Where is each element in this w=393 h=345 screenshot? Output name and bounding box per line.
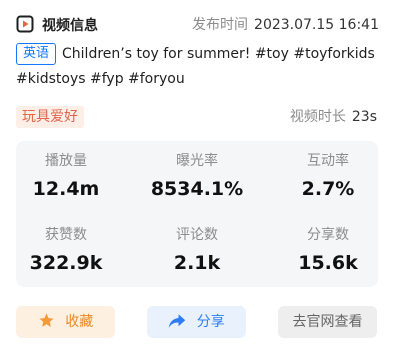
stat-label: 获赞数 — [45, 227, 87, 243]
stat-value: 12.4m — [32, 178, 100, 200]
video-description: 英语 Children’s toy for summer! #toy #toyfo… — [16, 42, 381, 92]
video-info-card: 视频信息 发布时间 2023.07.15 16:41 英语 Children’s t… — [0, 0, 393, 345]
stats-panel: 播放量 12.4m 曝光率 8534.1% 互动率 2.7% 获赞数 322.9… — [16, 141, 378, 287]
stat-label: 互动率 — [307, 153, 349, 169]
stat-label: 播放量 — [45, 153, 87, 169]
publish-info: 发布时间 2023.07.15 16:41 — [192, 14, 379, 34]
stat-engagement-rate: 互动率 2.7% — [268, 151, 388, 201]
stat-value: 2.7% — [301, 178, 355, 200]
category-tag: 玩具爱好 — [16, 106, 84, 128]
duration-value: 23s — [351, 109, 377, 125]
video-icon — [16, 15, 34, 33]
stat-label: 曝光率 — [176, 153, 218, 169]
stat-label: 分享数 — [307, 227, 349, 243]
stat-value: 8534.1% — [150, 178, 244, 200]
stat-value: 15.6k — [298, 252, 358, 274]
stat-likes: 获赞数 322.9k — [6, 225, 126, 275]
star-icon — [38, 313, 65, 330]
stat-exposure-rate: 曝光率 8534.1% — [137, 151, 257, 201]
card-header: 视频信息 发布时间 2023.07.15 16:41 — [16, 14, 379, 38]
share-arrow-icon — [168, 314, 196, 330]
favorite-label: 收藏 — [65, 314, 94, 330]
stat-value: 322.9k — [29, 252, 103, 274]
publish-time-value: 2023.07.15 16:41 — [254, 17, 379, 33]
share-button[interactable]: 分享 — [147, 306, 246, 338]
stat-shares: 分享数 15.6k — [268, 225, 388, 275]
visit-official-site-button[interactable]: 去官网查看 — [278, 306, 377, 338]
duration-label: 视频时长 — [289, 109, 346, 125]
stat-value: 2.1k — [173, 252, 221, 274]
stat-views: 播放量 12.4m — [6, 151, 126, 201]
card-title: 视频信息 — [42, 18, 98, 34]
share-label: 分享 — [196, 314, 225, 330]
publish-time-label: 发布时间 — [192, 17, 249, 33]
video-duration: 视频时长 23s — [290, 106, 377, 128]
description-text: Children’s toy for summer! #toy #toyfork… — [16, 46, 375, 87]
favorite-button[interactable]: 收藏 — [16, 306, 115, 338]
language-tag: 英语 — [16, 43, 57, 65]
stat-label: 评论数 — [176, 227, 218, 243]
stat-comments: 评论数 2.1k — [137, 225, 257, 275]
